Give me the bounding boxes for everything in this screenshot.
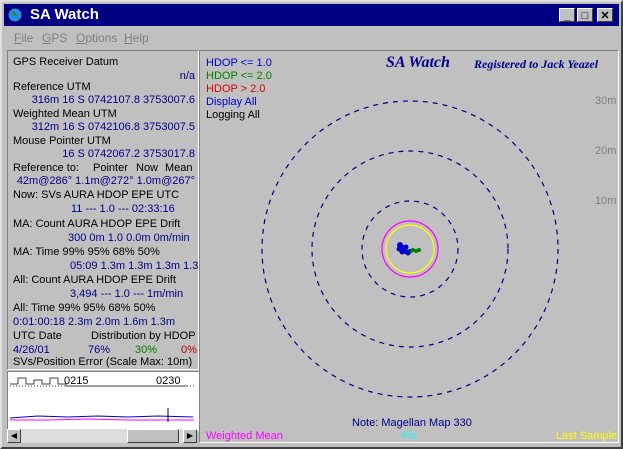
reference-to-value: 42m@286° 1.1m@272° 1.0m@267°	[16, 175, 195, 187]
now-header: Now: SVs AURA HDOP EPE UTC	[13, 189, 180, 201]
mouse-pointer-label: Mouse Pointer UTM	[13, 135, 111, 147]
menu-file[interactable]: File	[14, 31, 33, 45]
legend-fix: Fix	[402, 430, 417, 442]
hdop-dist-1: 76%	[88, 344, 111, 356]
status-panel: GPS Receiver Datum n/a Reference UTM 316…	[7, 50, 208, 370]
hdop-legend-2: HDOP <= 2.0	[206, 70, 272, 82]
distribution-label: Distribution by HDOP	[91, 330, 196, 342]
horizontal-scrollbar[interactable]: ◀ ▶	[7, 429, 197, 443]
scroll-thumb[interactable]	[127, 429, 179, 443]
app-globe-icon[interactable]	[7, 7, 23, 23]
ref-utm-value: 316m 16 S 0742107.8 3753007.6	[31, 94, 195, 106]
hdop-legend-3: HDOP > 2.0	[206, 83, 266, 95]
ref-now-option[interactable]: Now	[136, 162, 158, 174]
position-plot[interactable]: HDOP <= 1.0 HDOP <= 2.0 HDOP > 2.0 Displ…	[199, 50, 619, 443]
utc-date-value: 4/26/01	[13, 344, 50, 356]
logging-all-option[interactable]: Logging All	[206, 109, 260, 121]
ref-pointer-option[interactable]: Pointer	[93, 162, 128, 174]
maximize-icon: □	[581, 10, 589, 22]
hdop-legend-1: HDOP <= 1.0	[206, 57, 272, 69]
ring-label-30m: 30m	[595, 95, 617, 107]
fix-scatter	[396, 242, 412, 256]
window-title: SA Watch	[30, 6, 99, 23]
menu-gps[interactable]: GPS	[42, 31, 67, 45]
magellan-note: Note: Magellan Map 330	[352, 417, 472, 429]
close-button[interactable]: ✕	[597, 8, 613, 22]
all-header: All: Count AURA HDOP EPE Drift	[13, 274, 177, 286]
hdop-dist-2: 30%	[135, 344, 158, 356]
arrow-right-icon: ▶	[186, 431, 194, 440]
utc-date-label: UTC Date	[13, 330, 62, 342]
mini-time-tick-1: 0215	[64, 375, 89, 387]
all-time-header: All: Time 99% 95% 68% 50%	[13, 302, 156, 314]
range-rings-graphic	[261, 100, 559, 398]
arrow-left-icon: ◀	[10, 431, 18, 440]
ma-time-values: 05:09 1.3m 1.3m 1.3m 1.3m	[70, 260, 208, 272]
reference-to-label: Reference to:	[13, 162, 80, 174]
title-bar[interactable]: SA Watch _ □ ✕	[4, 4, 619, 26]
ref-mean-option[interactable]: Mean	[165, 162, 193, 174]
menu-options[interactable]: Options	[76, 31, 117, 45]
hdop-dist-3: 0%	[181, 344, 197, 356]
display-all-option[interactable]: Display All	[206, 96, 257, 108]
svs-error-chart[interactable]: 0215 0230	[7, 371, 199, 431]
mini-time-tick-2: 0230	[156, 375, 181, 387]
ma-header: MA: Count AURA HDOP EPE Drift	[13, 218, 181, 230]
svs-error-label: SVs/Position Error (Scale Max: 10m)	[13, 356, 193, 368]
registration-text: Registered to Jack Yeazel	[474, 57, 599, 71]
all-values: 3,494 --- 1.0 --- 1m/min	[70, 288, 184, 300]
weighted-mean-label: Weighted Mean UTM	[13, 108, 117, 120]
close-icon: ✕	[600, 10, 610, 22]
legend-weighted-mean: Weighted Mean	[206, 430, 283, 442]
menu-bar: File GPS Options Help	[4, 28, 619, 46]
ring-label-10m: 10m	[595, 195, 617, 207]
ref-utm-label: Reference UTM	[13, 81, 91, 93]
ma-time-header: MA: Time 99% 95% 68% 50%	[13, 246, 160, 258]
weighted-mean-value: 312m 16 S 0742106.8 3753007.5	[31, 121, 195, 133]
sa-watch-window: SA Watch _ □ ✕ File GPS Options Help GPS…	[0, 0, 623, 449]
maximize-button[interactable]: □	[577, 8, 593, 22]
legend-last-sample: Last Sample	[556, 430, 618, 442]
ma-values: 300 0m 1.0 0.0m 0m/min	[68, 232, 190, 244]
brand-title: SA Watch	[386, 54, 450, 71]
now-values: 11 --- 1.0 --- 02:33:16	[71, 203, 175, 215]
ring-label-20m: 20m	[595, 145, 617, 157]
minimize-button[interactable]: _	[559, 8, 575, 22]
mouse-pointer-value: 16 S 0742067.2 3753017.8	[62, 148, 195, 160]
datum-label: GPS Receiver Datum	[13, 56, 119, 68]
scroll-left-button[interactable]: ◀	[7, 429, 21, 443]
menu-help[interactable]: Help	[124, 31, 149, 45]
all-time-values: 0:01:00:18 2.3m 2.0m 1.6m 1.3m	[13, 316, 176, 328]
fix-scatter-green	[409, 248, 421, 254]
scroll-right-button[interactable]: ▶	[183, 429, 197, 443]
minimize-icon: _	[563, 10, 571, 22]
